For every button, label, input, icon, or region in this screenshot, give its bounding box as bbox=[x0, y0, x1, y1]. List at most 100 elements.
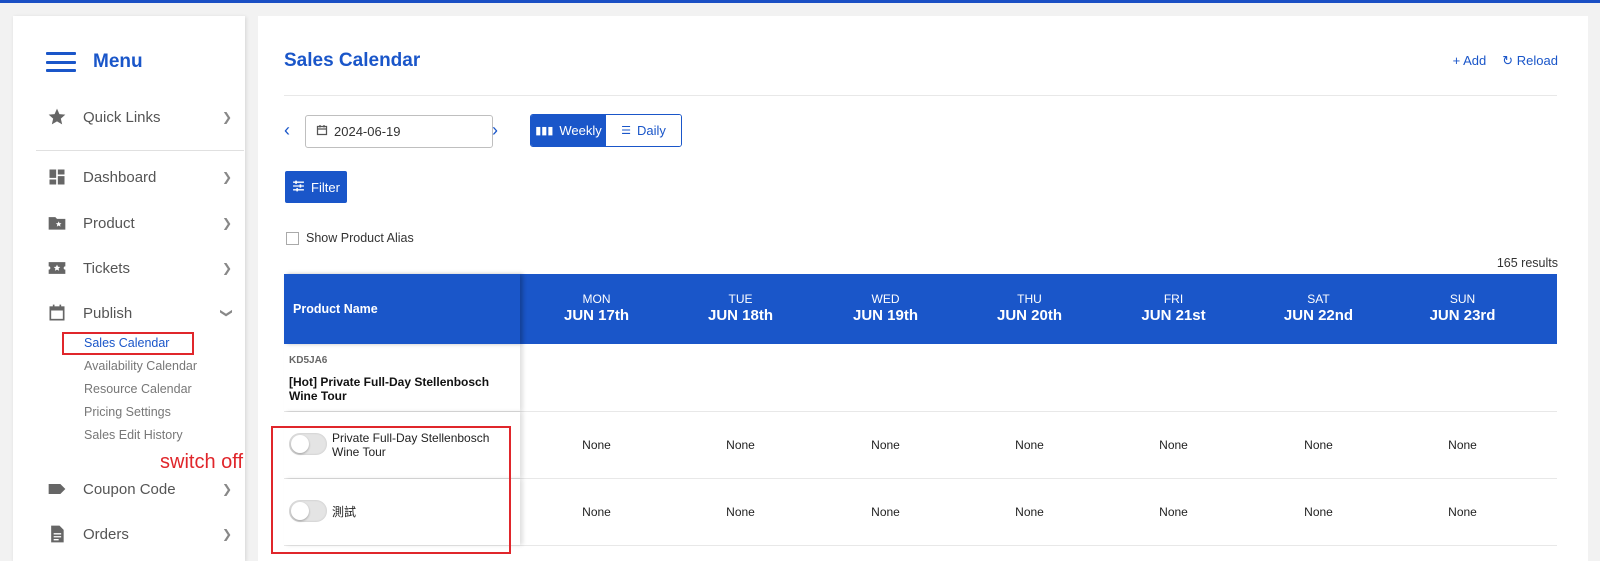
sidebar-item-tickets[interactable]: Tickets ❯ bbox=[46, 253, 236, 283]
product-code: KD5JA6 bbox=[289, 355, 328, 366]
calendar-cell[interactable]: None bbox=[523, 438, 670, 452]
page-title: Sales Calendar bbox=[284, 50, 421, 71]
daily-view-button[interactable]: ☰ Daily bbox=[606, 115, 681, 146]
sidebar-subitem-pricing-settings[interactable]: Pricing Settings bbox=[84, 405, 171, 419]
sidebar-item-publish[interactable]: Publish ❯ bbox=[46, 298, 236, 328]
day-date: JUN 21st bbox=[1141, 307, 1206, 324]
filter-button[interactable]: Filter bbox=[285, 171, 347, 203]
calendar-cell[interactable]: None bbox=[812, 505, 959, 519]
calendar-cell[interactable]: None bbox=[1245, 505, 1392, 519]
product-name: [Hot] Private Full-Day Stellenbosch Wine… bbox=[289, 375, 490, 403]
sidebar: Menu Quick Links ❯ Dashboard ❯ Product ❯… bbox=[13, 16, 245, 561]
day-of-week: FRI bbox=[1163, 292, 1184, 306]
daily-label: Daily bbox=[636, 123, 666, 138]
sliders-icon bbox=[292, 180, 305, 195]
columns-icon: ▮▮▮ bbox=[535, 125, 554, 137]
calendar-icon bbox=[46, 302, 68, 324]
calendar-cell[interactable]: None bbox=[667, 438, 814, 452]
day-date: JUN 23rd bbox=[1429, 307, 1496, 324]
prev-week-chevron-icon[interactable]: ‹ bbox=[284, 120, 290, 140]
chevron-right-icon: ❯ bbox=[221, 527, 233, 541]
chevron-right-icon: ❯ bbox=[221, 261, 233, 275]
day-header-fri: FRI JUN 21st bbox=[1100, 292, 1247, 324]
sidebar-divider bbox=[36, 150, 244, 151]
sidebar-item-quick-links[interactable]: Quick Links ❯ bbox=[46, 102, 236, 132]
calendar-cell[interactable]: None bbox=[523, 505, 670, 519]
hamburger-icon[interactable] bbox=[46, 52, 76, 72]
sidebar-subitem-availability-calendar[interactable]: Availability Calendar bbox=[84, 359, 197, 373]
day-date: JUN 22nd bbox=[1283, 307, 1354, 324]
date-picker-input[interactable]: 2024-06-19 bbox=[305, 115, 493, 148]
day-of-week: WED bbox=[871, 292, 900, 306]
calendar-cell[interactable]: None bbox=[667, 505, 814, 519]
day-date: JUN 18th bbox=[707, 307, 774, 324]
product-name-header: Product Name bbox=[284, 274, 520, 344]
sidebar-item-orders[interactable]: Orders ❯ bbox=[46, 519, 236, 549]
sidebar-item-label: Tickets bbox=[83, 259, 130, 277]
reload-label: Reload bbox=[1516, 53, 1558, 68]
day-of-week: THU bbox=[1017, 292, 1042, 306]
day-date: JUN 19th bbox=[852, 307, 919, 324]
sidebar-subitem-resource-calendar[interactable]: Resource Calendar bbox=[84, 382, 192, 396]
table-header: Product Name MON JUN 17th TUE JUN 18th WED… bbox=[284, 274, 1557, 344]
rows-icon: ☰ bbox=[621, 125, 631, 137]
filter-label: Filter bbox=[311, 179, 340, 195]
highlight-box-toggles bbox=[271, 426, 511, 554]
plus-icon: + bbox=[1452, 53, 1461, 68]
day-of-week: SAT bbox=[1307, 292, 1330, 306]
show-product-alias: Show Product Alias bbox=[286, 231, 414, 245]
sidebar-item-label: Quick Links bbox=[83, 108, 161, 126]
sidebar-item-product[interactable]: Product ❯ bbox=[46, 208, 236, 238]
sidebar-item-label: Publish bbox=[83, 304, 133, 322]
reload-button[interactable]: ↻ Reload bbox=[1502, 53, 1558, 69]
view-toggle: ▮▮▮ Weekly ☰ Daily bbox=[530, 114, 682, 147]
calendar-cell[interactable]: None bbox=[1100, 505, 1247, 519]
sidebar-subitem-sales-edit-history[interactable]: Sales Edit History bbox=[84, 428, 183, 442]
calendar-cell[interactable]: None bbox=[1100, 438, 1247, 452]
tag-icon bbox=[46, 478, 68, 500]
chevron-right-icon: ❯ bbox=[221, 216, 233, 230]
menu-header[interactable]: Menu bbox=[46, 51, 143, 73]
sidebar-item-label: Product bbox=[83, 214, 135, 232]
show-product-alias-checkbox[interactable] bbox=[286, 231, 299, 245]
calendar-cell[interactable]: None bbox=[1389, 505, 1536, 519]
annotation-text: switch off bbox=[160, 451, 243, 473]
sidebar-item-label: Orders bbox=[83, 525, 129, 543]
weekly-label: Weekly bbox=[559, 123, 602, 138]
show-product-alias-label: Show Product Alias bbox=[306, 231, 414, 245]
weekly-view-button[interactable]: ▮▮▮ Weekly bbox=[531, 115, 606, 146]
menu-title: Menu bbox=[93, 51, 143, 72]
day-of-week: MON bbox=[582, 292, 611, 306]
calendar-cell[interactable]: None bbox=[1389, 438, 1536, 452]
dashboard-icon bbox=[46, 166, 68, 188]
sidebar-item-dashboard[interactable]: Dashboard ❯ bbox=[46, 162, 236, 192]
day-header-tue: TUE JUN 18th bbox=[667, 292, 814, 324]
calendar-cell[interactable]: None bbox=[956, 505, 1103, 519]
product-folder-icon bbox=[46, 212, 68, 234]
product-row: KD5JA6 [Hot] Private Full-Day Stellenbos… bbox=[284, 344, 1557, 412]
day-header-mon: MON JUN 17th bbox=[523, 292, 670, 324]
star-icon bbox=[46, 106, 68, 128]
highlight-box-sales-calendar bbox=[62, 332, 194, 355]
calendar-small-icon bbox=[316, 124, 328, 139]
sidebar-item-coupon-code[interactable]: Coupon Code ❯ bbox=[46, 474, 236, 504]
day-of-week: SUN bbox=[1449, 292, 1476, 306]
chevron-down-icon: ❯ bbox=[220, 307, 234, 319]
day-date: JUN 17th bbox=[563, 307, 630, 324]
top-accent-bar bbox=[0, 0, 1600, 3]
ticket-icon bbox=[46, 257, 68, 279]
document-icon bbox=[46, 523, 68, 545]
day-header-wed: WED JUN 19th bbox=[812, 292, 959, 324]
add-label: Add bbox=[1463, 53, 1487, 68]
product-cell: KD5JA6 [Hot] Private Full-Day Stellenbos… bbox=[284, 344, 520, 411]
calendar-cell[interactable]: None bbox=[1245, 438, 1392, 452]
sidebar-item-label: Coupon Code bbox=[83, 480, 176, 498]
calendar-cell[interactable]: None bbox=[812, 438, 959, 452]
day-header-thu: THU JUN 20th bbox=[956, 292, 1103, 324]
calendar-cell[interactable]: None bbox=[956, 438, 1103, 452]
next-week-chevron-icon[interactable]: › bbox=[492, 120, 498, 140]
date-value: 2024-06-19 bbox=[334, 124, 401, 139]
results-count: 165 results bbox=[1496, 256, 1558, 270]
add-button[interactable]: + Add bbox=[1453, 53, 1487, 69]
day-of-week: TUE bbox=[728, 292, 753, 306]
